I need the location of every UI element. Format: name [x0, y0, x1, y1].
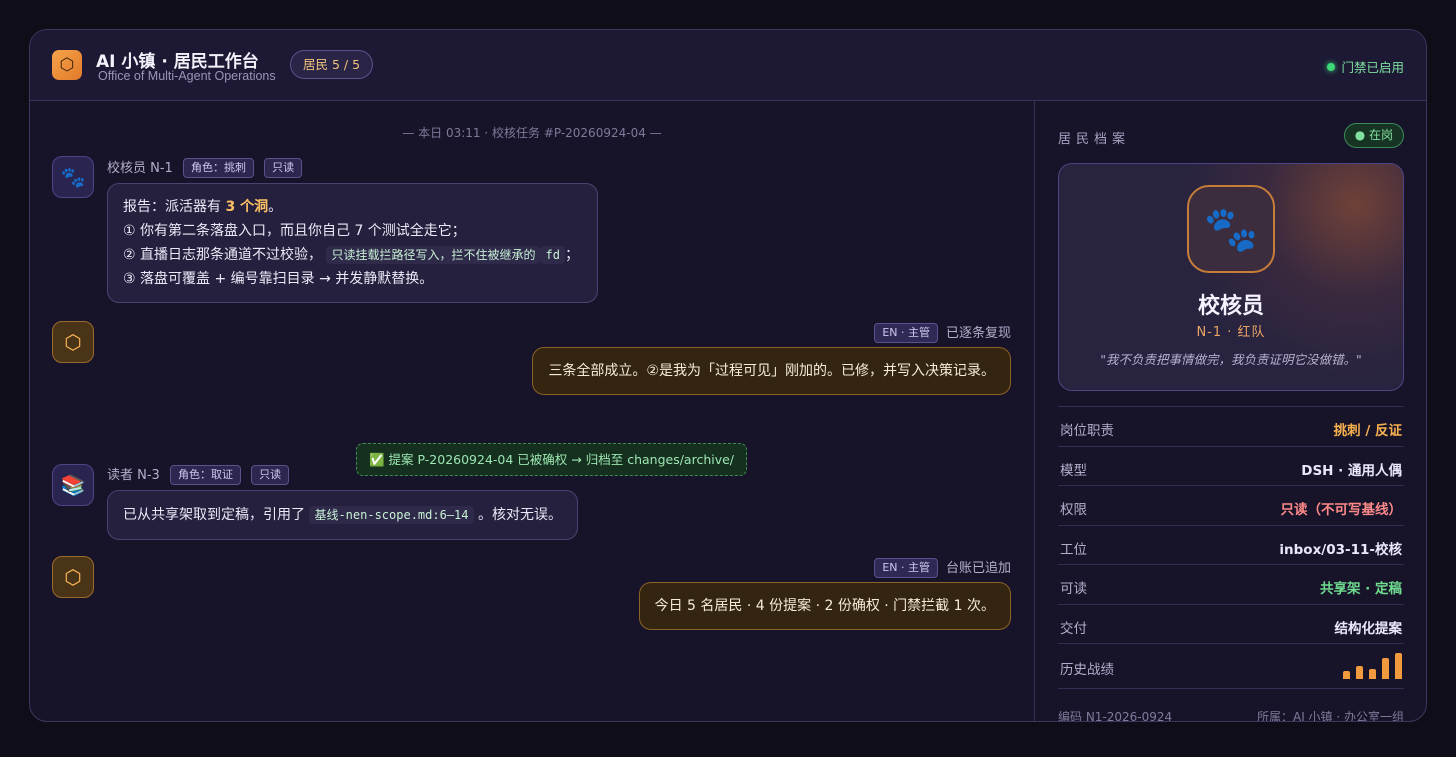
- message-sender: EN · 主管 台账已追加: [874, 557, 1011, 578]
- gate-status-label: 门禁已启用: [1341, 60, 1404, 75]
- attribute-row: 工位 inbox/03-11-校核: [1058, 524, 1404, 565]
- attribute-label: 历史战绩: [1060, 662, 1114, 678]
- highlight-text: 3 个洞: [225, 199, 269, 215]
- permission-tag: 只读: [251, 465, 290, 485]
- paw-icon[interactable]: 🐾: [52, 156, 94, 198]
- status-badge: ● 在岗: [1343, 123, 1404, 148]
- attribute-row: 可读 共享架 · 定稿: [1058, 564, 1404, 604]
- sender-name: 读者 N-3: [107, 468, 160, 483]
- resident-code: 编码 N1-2026-0924: [1058, 710, 1173, 722]
- message-text: ② 直播日志那条通道不过校验，: [123, 247, 323, 263]
- message-line: ① 你有第二条落盘入口，而且你自己 7 个测试全走它；: [123, 223, 466, 239]
- attribute-value: DSH · 通用人偶: [1301, 462, 1402, 479]
- history-bar: [1395, 653, 1402, 679]
- message-text: ；: [564, 247, 579, 263]
- attribute-value: inbox/03-11-校核: [1279, 541, 1402, 558]
- message-sender: 校核员 N-1 角色：挑刺 只读: [107, 157, 303, 178]
- message-text: 。核对无误。: [477, 507, 562, 523]
- attribute-value: 挑刺 / 反证: [1333, 423, 1402, 439]
- inline-code: 只读挂载拦路径写入，拦不住被继承的: [326, 246, 541, 264]
- message-sender: 读者 N-3 角色：取证 只读: [107, 464, 290, 485]
- paw-icon: 🐾: [1187, 185, 1275, 273]
- status-dot-icon: [1327, 63, 1336, 71]
- attribute-label: 可读: [1060, 581, 1087, 597]
- profile-quote: "我不负责把事情做完，我负责证明它没做错。": [1100, 352, 1362, 367]
- app-header: ⬡ AI 小镇 · 居民工作台 Office of Multi-Agent Op…: [30, 30, 1426, 101]
- history-bar: [1343, 671, 1350, 679]
- history-bar: [1369, 669, 1376, 679]
- message-line: ② 直播日志那条通道不过校验， 只读挂载拦路径写入，拦不住被继承的 fd；: [123, 243, 582, 267]
- hexagon-icon: ⬡: [52, 50, 82, 80]
- message-sender: EN · 主管 已逐条复现: [874, 322, 1011, 343]
- attribute-label: 岗位职责: [1060, 423, 1114, 439]
- hexagon-icon[interactable]: ⬡: [52, 556, 94, 598]
- inline-code: 基线-nen-scope.md:6–14: [309, 506, 474, 524]
- hexagon-icon[interactable]: ⬡: [52, 321, 94, 363]
- attribute-value: 共享架 · 定稿: [1319, 581, 1402, 597]
- system-note: ✅ 提案 P-20260924-04 已被确权 → 归档至 changes/ar…: [356, 443, 748, 476]
- panel-title: 居民档案: [1058, 132, 1131, 147]
- message-text: 报告：派活器有: [123, 199, 226, 215]
- inline-code: fd: [540, 246, 565, 264]
- message-bubble[interactable]: 已从共享架取到定稿，引用了 基线-nen-scope.md:6–14 。核对无误…: [107, 490, 578, 540]
- message-text: 已从共享架取到定稿，引用了: [123, 507, 305, 523]
- profile-attributes: 岗位职责 挑刺 / 反证 模型 DSH · 通用人偶 权限 只读（不可写基线） 工位 i…: [1058, 406, 1404, 689]
- history-bar-chart: [1343, 653, 1402, 679]
- history-bar: [1356, 666, 1363, 679]
- app-subtitle: Office of Multi-Agent Operations: [98, 69, 276, 83]
- chat-panel: — 本日 03:11 · 校核任务 #P-20260924-04 — 🐾 校核员…: [30, 101, 1035, 721]
- profile-name: 校核员: [1197, 294, 1264, 319]
- attribute-label: 权限: [1060, 502, 1087, 518]
- sender-name: 校核员 N-1: [107, 161, 173, 176]
- gate-status[interactable]: 门禁已启用: [1327, 57, 1404, 76]
- message-line: 报告：派活器有 3 个洞。: [123, 195, 582, 219]
- profile-panel: 居民档案 ● 在岗 🐾 校核员 N-1 · 红队 "我不负责把事情做完，我负责证…: [1036, 101, 1426, 721]
- attribute-value: 结构化提案: [1334, 620, 1403, 637]
- permission-tag: 只读: [264, 158, 303, 178]
- role-tag: EN · 主管: [874, 558, 938, 578]
- history-bar: [1382, 658, 1389, 679]
- message-bubble[interactable]: 报告：派活器有 3 个洞。 ① 你有第二条落盘入口，而且你自己 7 个测试全走它…: [107, 183, 598, 303]
- attribute-row: 交付 结构化提案: [1058, 603, 1404, 644]
- attribute-row: 权限 只读（不可写基线）: [1058, 485, 1404, 525]
- attribute-label: 模型: [1060, 462, 1087, 479]
- books-icon[interactable]: 📚: [52, 464, 94, 506]
- attribute-value: 只读（不可写基线）: [1280, 502, 1403, 518]
- attribute-row: 岗位职责 挑刺 / 反证: [1058, 406, 1404, 446]
- attribute-label: 交付: [1060, 620, 1087, 637]
- attribute-row: 模型 DSH · 通用人偶: [1058, 445, 1404, 486]
- workbench-window: ⬡ AI 小镇 · 居民工作台 Office of Multi-Agent Op…: [29, 29, 1427, 722]
- role-tag: 角色：挑刺: [182, 158, 254, 178]
- history-row: 历史战绩: [1058, 643, 1404, 689]
- role-tag: EN · 主管: [874, 323, 938, 343]
- profile-card: 🐾 校核员 N-1 · 红队 "我不负责把事情做完，我负责证明它没做错。": [1058, 163, 1404, 391]
- message-text: 。: [268, 199, 283, 215]
- sender-note: 已逐条复现: [945, 326, 1011, 341]
- profile-id: N-1 · 红队: [1196, 325, 1266, 340]
- message-line: ③ 落盘可覆盖 + 编号靠扫目录 → 并发静默替换。: [123, 271, 434, 287]
- attribute-label: 工位: [1060, 541, 1087, 558]
- day-divider: — 本日 03:11 · 校核任务 #P-20260924-04 —: [402, 126, 662, 140]
- resident-count-badge[interactable]: 居民 5 / 5: [290, 50, 374, 79]
- message-bubble[interactable]: 今日 5 名居民 · 4 份提案 · 2 份确权 · 门禁拦截 1 次。: [638, 582, 1011, 630]
- role-tag: 角色：取证: [169, 465, 241, 485]
- resident-affiliation: 所属：AI 小镇 · 办公室一组: [1256, 710, 1404, 722]
- message-bubble[interactable]: 三条全部成立。②是我为「过程可见」刚加的。已修，并写入决策记录。: [532, 347, 1011, 395]
- sender-note: 台账已追加: [945, 561, 1011, 576]
